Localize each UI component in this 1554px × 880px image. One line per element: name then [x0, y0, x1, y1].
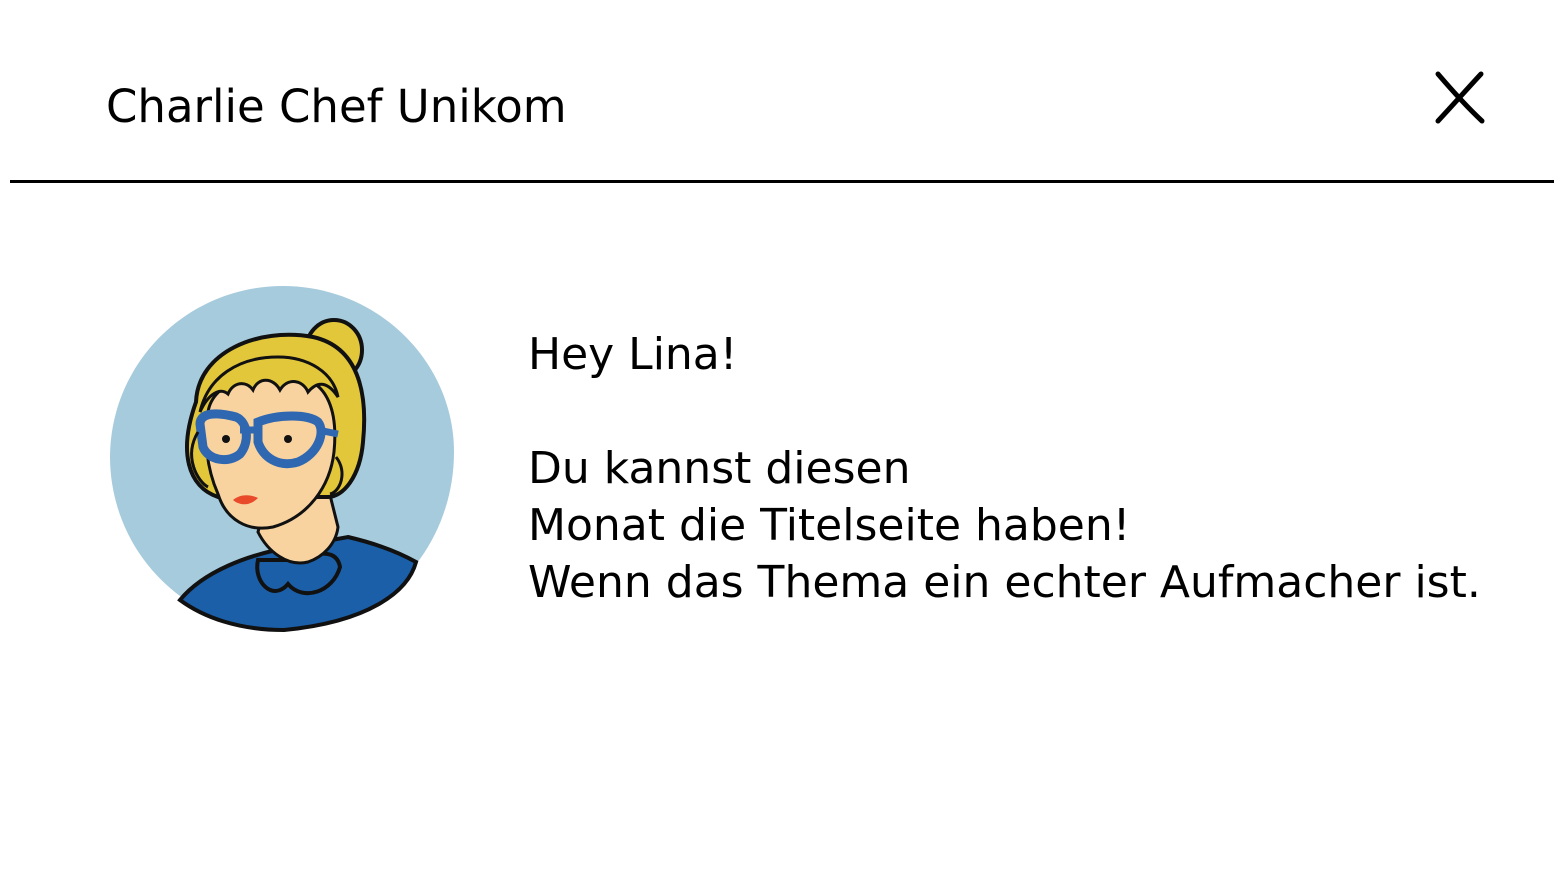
- message-line: Du kannst diesen: [528, 443, 911, 494]
- message-text: Hey Lina! Du kannst diesen Monat die Tit…: [528, 326, 1528, 611]
- woman-portrait-illustration: [110, 286, 454, 633]
- dialog-title: Charlie Chef Unikom: [106, 80, 567, 133]
- avatar: [108, 282, 458, 634]
- dialog-header: Charlie Chef Unikom: [0, 0, 1554, 184]
- close-icon: [1435, 71, 1485, 124]
- message-greeting: Hey Lina!: [528, 329, 738, 380]
- message-line: Monat die Titelseite haben!: [528, 500, 1131, 551]
- message-line: Wenn das Thema ein echter Aufmacher ist.: [528, 557, 1481, 608]
- close-button[interactable]: [1428, 66, 1492, 130]
- header-divider: [10, 180, 1554, 183]
